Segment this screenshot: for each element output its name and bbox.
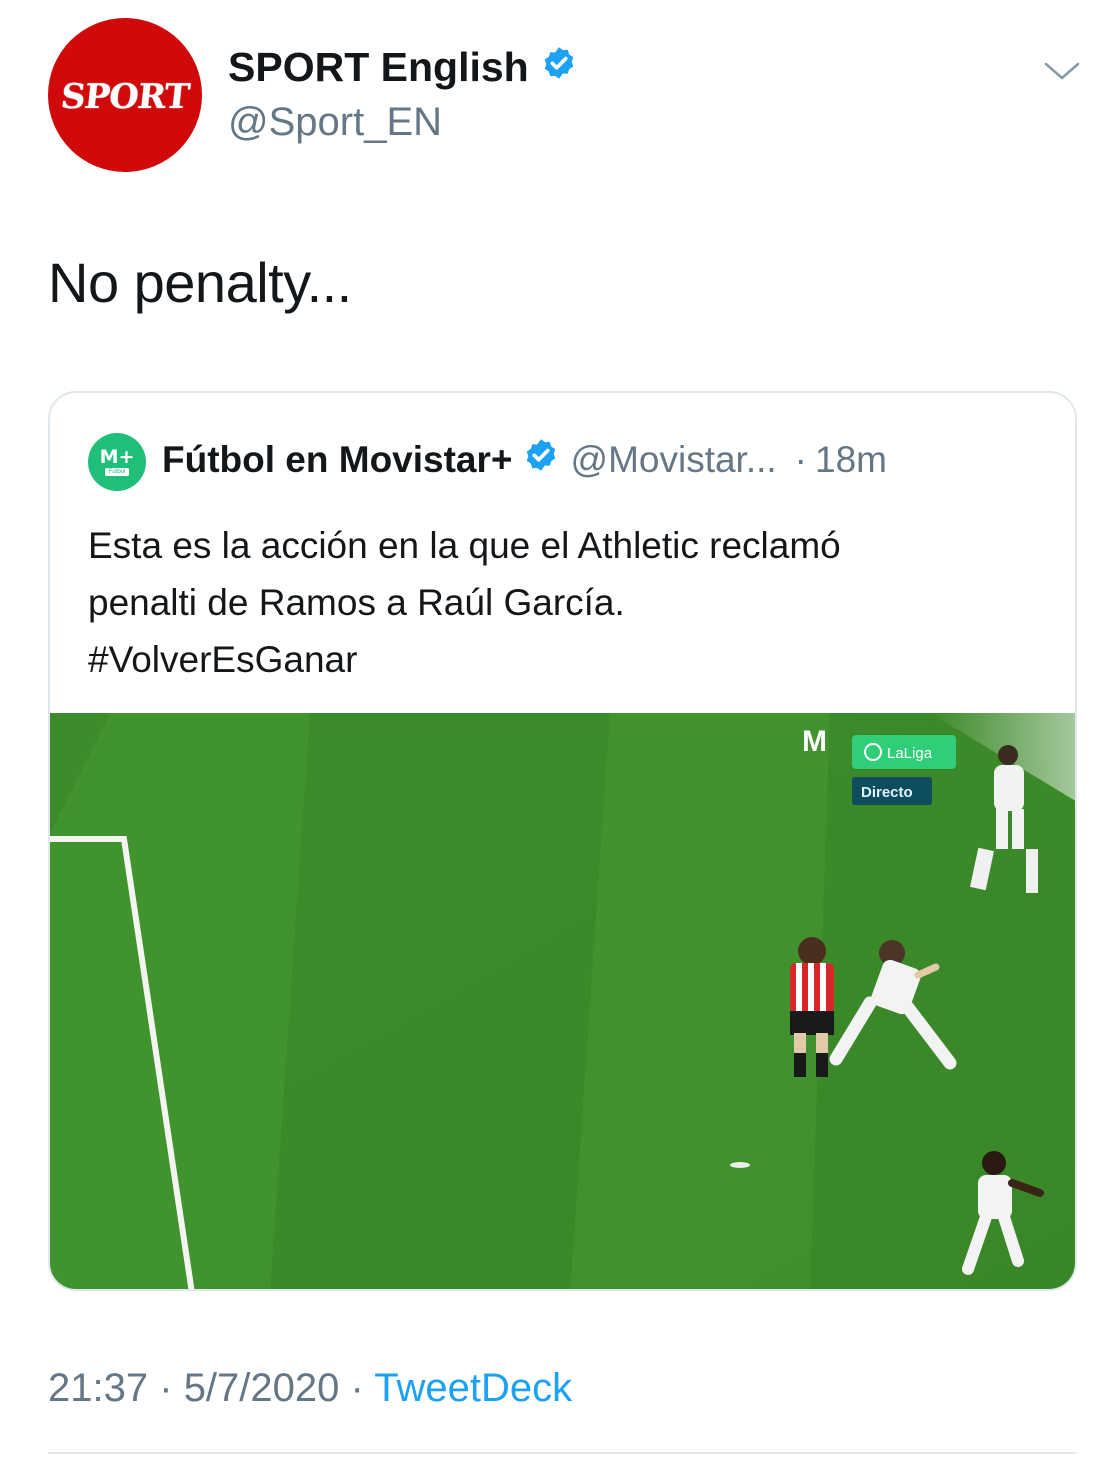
laliga-badge: LaLiga xyxy=(887,745,933,762)
live-badge: Directo xyxy=(861,784,913,801)
author-name-text: SPORT English xyxy=(228,44,529,90)
video-thumbnail[interactable]: M LaLiga Directo xyxy=(50,713,1075,1289)
verified-badge-icon xyxy=(541,44,577,91)
separator-dot: · xyxy=(350,1366,364,1410)
divider xyxy=(48,1452,1077,1454)
tweet-text: No penalty... xyxy=(48,251,352,314)
sport-logo: SPORT xyxy=(59,77,191,117)
avatar-subtext: Fútbol xyxy=(104,468,130,476)
separator-dot: · xyxy=(794,438,807,480)
quoted-tweet-card[interactable]: M+ Fútbol Fútbol en Movistar+ @Movistar.… xyxy=(48,391,1077,1291)
author-avatar[interactable]: SPORT xyxy=(48,18,202,172)
quoted-timestamp[interactable]: 18m xyxy=(815,439,887,481)
tweet-metadata: 21:37 · 5/7/2020 · TweetDeck xyxy=(48,1366,572,1411)
hashtag-link[interactable]: #VolverEsGanar xyxy=(88,631,1048,688)
quoted-author-handle[interactable]: @Movistar... xyxy=(571,439,777,481)
quoted-author-name[interactable]: Fútbol en Movistar+ xyxy=(162,439,513,481)
author-display-name[interactable]: SPORT English xyxy=(228,44,577,91)
tweet-source-link[interactable]: TweetDeck xyxy=(374,1366,572,1410)
quoted-text-line: penalti de Ramos a Raúl García. xyxy=(88,582,625,623)
quoted-author-avatar[interactable]: M+ Fútbol xyxy=(88,433,146,491)
quoted-header: Fútbol en Movistar+ @Movistar... · 18m xyxy=(162,437,887,482)
verified-badge-icon xyxy=(523,437,559,482)
chevron-down-icon[interactable] xyxy=(1040,54,1084,88)
movistar-logo: M+ xyxy=(99,446,135,468)
tweet-time[interactable]: 21:37 xyxy=(48,1366,148,1410)
tweet-date[interactable]: 5/7/2020 xyxy=(184,1366,340,1410)
quoted-tweet-text: Esta es la acción en la que el Athletic … xyxy=(88,517,1048,688)
football-pitch-image: M LaLiga Directo xyxy=(50,713,1075,1289)
author-handle[interactable]: @Sport_EN xyxy=(228,100,442,145)
quoted-text-line: Esta es la acción en la que el Athletic … xyxy=(88,525,841,566)
separator-dot: · xyxy=(159,1366,173,1410)
broadcaster-logo: M xyxy=(802,725,827,758)
